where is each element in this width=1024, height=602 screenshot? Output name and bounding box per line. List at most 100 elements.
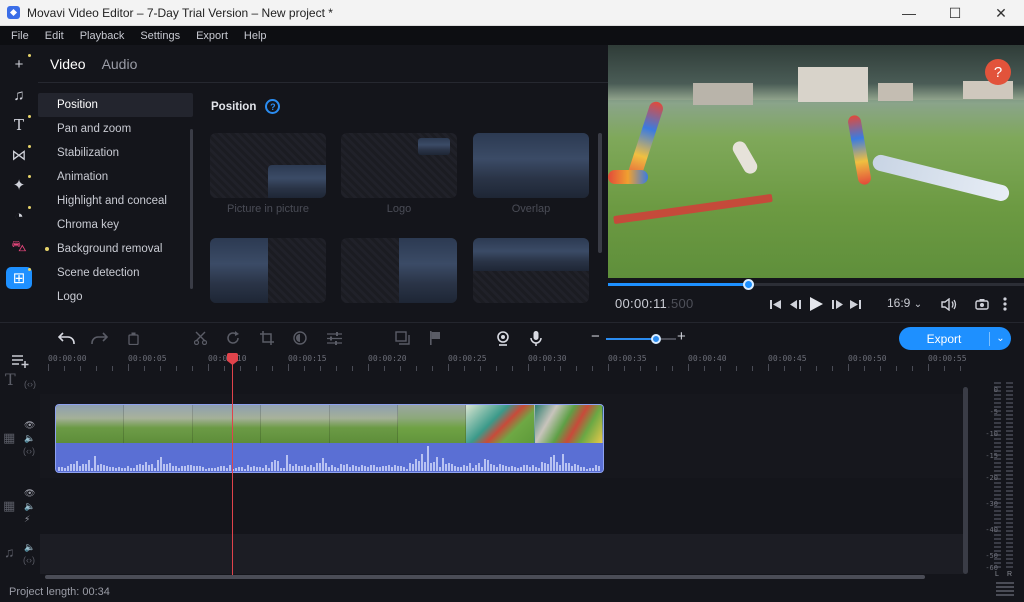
overlay-button[interactable] [392, 329, 412, 347]
category-logo[interactable]: Logo [38, 285, 193, 309]
scene-slide [608, 170, 648, 184]
export-dropdown-icon[interactable]: ⌄ [990, 333, 1011, 344]
maximize-button[interactable]: ☐ [932, 0, 978, 26]
preset-split-right[interactable] [341, 238, 457, 303]
zoom-knob[interactable] [651, 334, 662, 344]
ruler-tick [160, 366, 161, 371]
category-highlight-and-conceal[interactable]: Highlight and conceal [38, 189, 193, 213]
timeline-zoom-slider[interactable] [606, 334, 676, 344]
link-icon[interactable]: (‹›) [24, 379, 36, 389]
effects-button[interactable]: ✦ [6, 174, 32, 196]
menu-playback[interactable]: Playback [73, 30, 134, 42]
meter-toggle-button[interactable] [996, 582, 1014, 598]
category-pan-and-zoom[interactable]: Pan and zoom [38, 117, 193, 141]
aspect-ratio-dropdown[interactable]: 16:9 ⌄ [887, 296, 922, 310]
undo-button[interactable] [56, 329, 76, 347]
minimize-button[interactable]: — [886, 0, 932, 26]
marker-button[interactable] [425, 329, 445, 347]
video-preview[interactable]: ? [608, 45, 1024, 278]
menu-help[interactable]: Help [237, 30, 276, 42]
title-track[interactable] [40, 374, 965, 394]
zoom-out-button[interactable]: − [591, 328, 600, 345]
ruler-label: 00:00:25 [448, 354, 487, 363]
transitions-button[interactable]: ⋈ [6, 144, 32, 166]
menu-settings[interactable]: Settings [133, 30, 189, 42]
waveform-bar [598, 466, 600, 471]
ruler-tick [784, 366, 785, 371]
crop-button[interactable] [257, 329, 277, 347]
waveform-bar [100, 464, 102, 471]
store-button[interactable]: ⛍ [6, 236, 32, 258]
scene-slide [847, 114, 872, 186]
waveform-bar [541, 462, 543, 471]
undo-icon [57, 331, 75, 344]
help-bubble-icon[interactable]: ? [985, 59, 1011, 85]
tab-video[interactable]: Video [38, 56, 90, 72]
webcam-record-button[interactable] [493, 329, 513, 347]
category-chroma-key[interactable]: Chroma key [38, 213, 193, 237]
progress-knob[interactable] [742, 279, 754, 290]
play-button[interactable] [808, 295, 824, 313]
more-tools-button[interactable]: ⊞ [6, 267, 32, 289]
snapshot-button[interactable] [974, 295, 990, 313]
unlink-icon[interactable]: ⚡ [24, 514, 30, 525]
link-icon[interactable]: (‹›) [23, 446, 35, 456]
category-scrollbar[interactable] [190, 129, 193, 289]
category-position[interactable]: Position [38, 93, 193, 117]
mute-speaker-icon[interactable]: 🔈 [24, 501, 35, 512]
visibility-eye-icon[interactable]: 👁 [24, 420, 35, 431]
timeline-ruler[interactable]: 00:00:0000:00:0500:00:1000:00:1500:00:20… [0, 352, 1024, 374]
zoom-in-button[interactable]: + [677, 328, 686, 345]
overlay-track[interactable] [40, 478, 965, 534]
voice-record-button[interactable] [526, 329, 546, 347]
category-background-removal[interactable]: Background removal [38, 237, 193, 261]
menu-edit[interactable]: Edit [38, 30, 73, 42]
stickers-button[interactable]: ◔ [6, 205, 32, 227]
import-button[interactable]: + [6, 53, 32, 75]
clip-frame [534, 405, 603, 443]
split-button[interactable] [190, 329, 210, 347]
waveform-bar [391, 466, 393, 471]
volume-button[interactable] [940, 295, 958, 313]
playback-progress[interactable] [608, 278, 1024, 290]
timeline-horizontal-scrollbar[interactable] [45, 575, 925, 579]
music-track[interactable] [40, 534, 965, 574]
mute-speaker-icon[interactable]: 🔈 [24, 433, 35, 444]
menu-export[interactable]: Export [189, 30, 237, 42]
link-icon[interactable]: (‹›) [23, 555, 35, 565]
video-clip[interactable] [55, 404, 604, 473]
category-stabilization[interactable]: Stabilization [38, 141, 193, 165]
playhead-line [232, 362, 233, 575]
more-options-button[interactable] [1001, 295, 1009, 313]
visibility-eye-icon[interactable]: 👁 [24, 488, 35, 499]
delete-button[interactable] [123, 329, 143, 347]
go-to-start-button[interactable] [768, 295, 782, 313]
menu-file[interactable]: File [4, 30, 38, 42]
waveform-bar [556, 461, 558, 471]
preset-picture-in-picture[interactable] [210, 133, 326, 198]
tab-audio[interactable]: Audio [90, 56, 142, 72]
mute-speaker-icon[interactable]: 🔈 [24, 542, 35, 553]
next-frame-button[interactable] [830, 295, 844, 313]
category-animation[interactable]: Animation [38, 165, 193, 189]
close-button[interactable]: ✕ [978, 0, 1024, 26]
preset-split-left[interactable] [210, 238, 326, 303]
export-button[interactable]: Export ⌄ [899, 327, 1011, 350]
previous-frame-button[interactable] [788, 295, 802, 313]
go-to-end-button[interactable] [848, 295, 862, 313]
preset-logo[interactable] [341, 133, 457, 198]
preset-overlap[interactable] [473, 133, 589, 198]
color-adjust-button[interactable] [290, 329, 310, 347]
waveform-bar [460, 467, 462, 471]
add-track-button[interactable] [12, 354, 30, 371]
preset-scrollbar[interactable] [598, 133, 602, 253]
music-button[interactable]: ♫ [6, 84, 32, 106]
preset-split-top[interactable] [473, 238, 589, 303]
waveform-bar [385, 465, 387, 471]
help-icon[interactable]: ? [265, 99, 281, 114]
rotate-button[interactable] [223, 329, 243, 347]
titles-button[interactable]: T [6, 114, 32, 136]
clip-properties-button[interactable] [324, 329, 344, 347]
redo-button[interactable] [89, 329, 109, 347]
category-scene-detection[interactable]: Scene detection [38, 261, 193, 285]
